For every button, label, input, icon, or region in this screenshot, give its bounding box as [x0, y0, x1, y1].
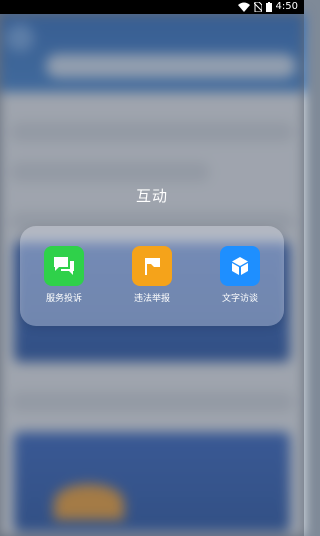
app-icon-tile[interactable]: [132, 246, 172, 286]
status-icons: 4:50: [237, 1, 298, 13]
app-icon-tile[interactable]: [220, 246, 260, 286]
app-label: 违法举报: [133, 294, 170, 304]
app-icon-tile[interactable]: [44, 246, 84, 286]
status-bar: 4:50: [0, 0, 304, 14]
app-label: 文字访谈: [221, 294, 258, 304]
flag-icon: [145, 258, 160, 275]
no-sim-icon: [253, 2, 262, 12]
folder-title: 互动: [135, 187, 168, 205]
app-violation-report[interactable]: 违法举报: [117, 246, 187, 305]
status-time: 4:50: [275, 1, 298, 12]
app-service-complaint[interactable]: 服务投诉: [29, 246, 99, 305]
battery-icon: [265, 2, 272, 12]
folder-panel: 服务投诉 违法举报 文字访谈: [20, 226, 284, 326]
app-label: 服务投诉: [45, 294, 82, 304]
app-text-interview[interactable]: 文字访谈: [205, 246, 275, 305]
chat-bubbles-icon: [54, 257, 74, 275]
cube-icon: [232, 257, 248, 275]
wifi-icon: [237, 2, 250, 12]
